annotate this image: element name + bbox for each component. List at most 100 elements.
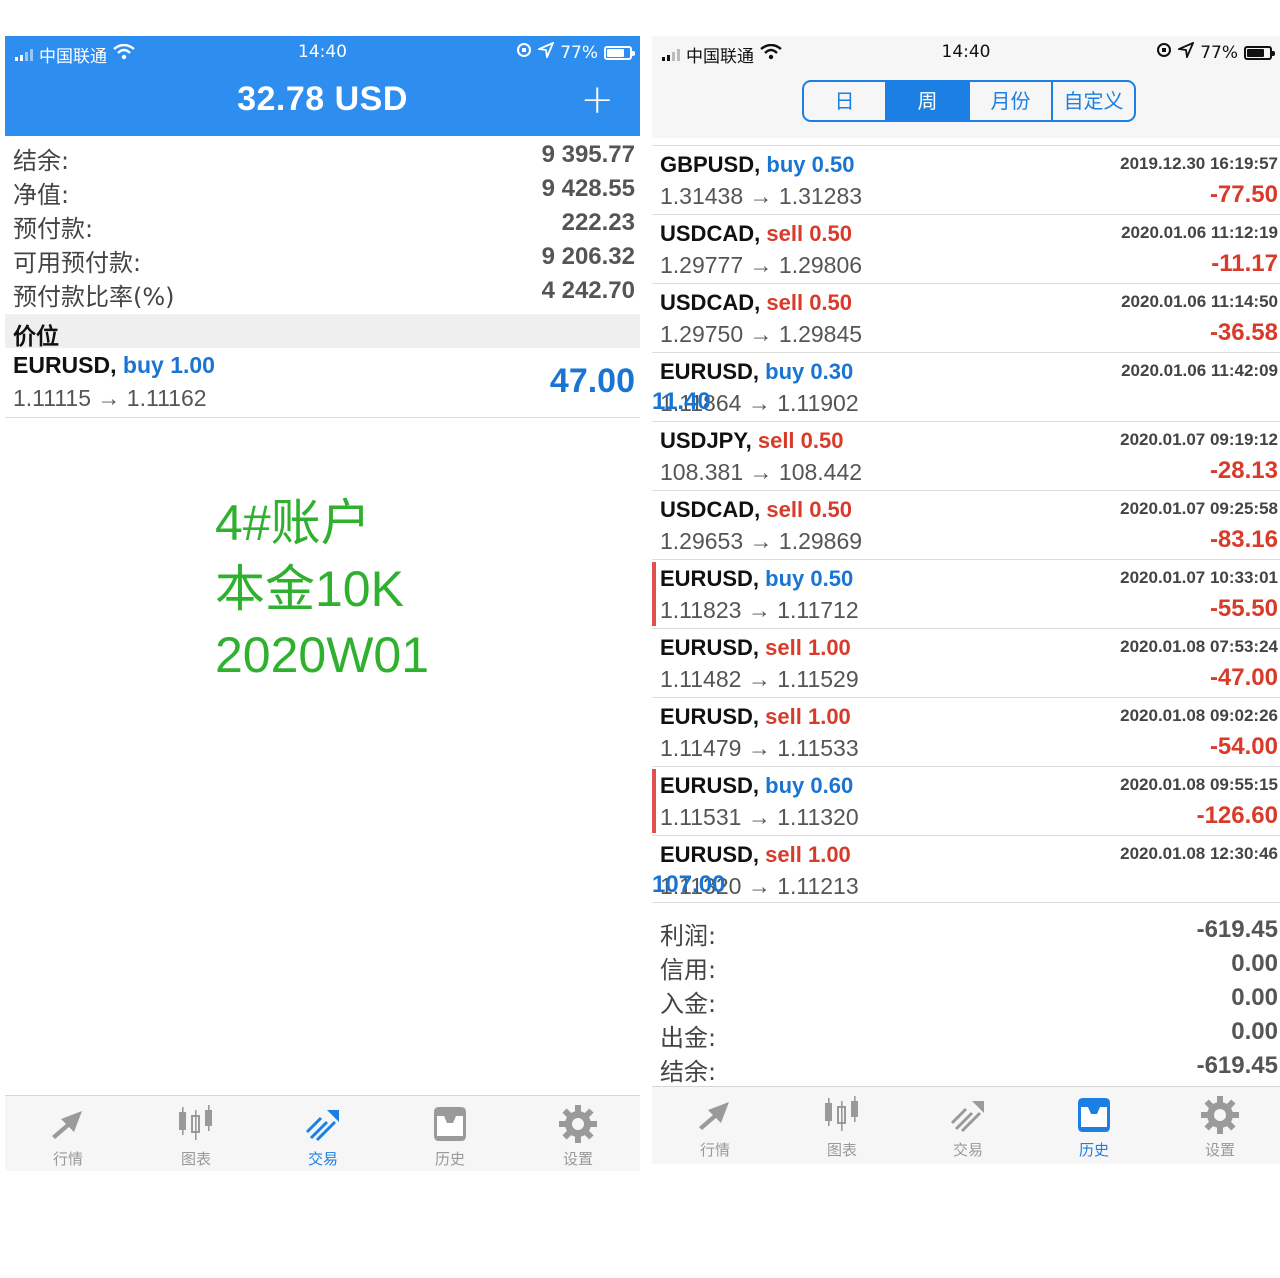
tab-settings[interactable]: 设置 bbox=[1170, 1093, 1270, 1160]
new-order-button[interactable]: + bbox=[580, 80, 614, 120]
deal-date: 2020.01.07 09:25:58 bbox=[1120, 499, 1278, 518]
deal-date: 2020.01.08 12:30:46 bbox=[1120, 844, 1278, 863]
tab-trade[interactable]: 交易 bbox=[918, 1093, 1018, 1160]
deal-symbol-line: USDJPY, sell 0.50 bbox=[660, 428, 844, 454]
location-icon bbox=[1175, 41, 1195, 63]
rotation-lock-icon bbox=[1156, 42, 1172, 63]
deal-volume: 0.50 bbox=[809, 290, 853, 315]
tab-label: 行情 bbox=[699, 1141, 730, 1159]
deal-side: sell bbox=[765, 635, 802, 660]
deal-date: 2020.01.06 11:42:09 bbox=[1121, 361, 1278, 380]
deal-side: sell bbox=[766, 290, 804, 315]
deal-profit: -55.50 bbox=[1209, 595, 1278, 622]
tab-chart[interactable]: 图表 bbox=[792, 1093, 892, 1160]
deal-date: 2020.01.08 09:02:26 bbox=[1120, 706, 1278, 725]
deal-volume: 0.50 bbox=[800, 428, 844, 453]
account-label: 结余: bbox=[13, 147, 70, 175]
deal-row[interactable]: EURUSD, sell 1.00 1.11482 → 1.11529 2020.0… bbox=[652, 629, 1280, 698]
trade-screen: 中国联通 14:40 77% 32.78 USD + 结余: 9 395.77 … bbox=[5, 36, 640, 1171]
tab-label: 历史 bbox=[434, 1150, 465, 1168]
status-bar: 中国联通 14:40 77% bbox=[5, 36, 640, 70]
deal-list[interactable]: GBPUSD, buy 0.50 1.31438 → 1.31283 2019.12… bbox=[652, 138, 1280, 902]
deal-row[interactable]: USDJPY, sell 0.50 108.381 → 108.442 2020.0… bbox=[652, 422, 1280, 491]
account-value: 4 242.70 bbox=[541, 277, 635, 304]
summary-value: 0.00 bbox=[1231, 950, 1278, 977]
deal-row[interactable]: EURUSD, buy 0.30 1.11864 → 1.11902 2020.01… bbox=[652, 353, 1280, 458]
settings-icon bbox=[559, 1105, 597, 1143]
tab-quotes[interactable]: 行情 bbox=[18, 1102, 118, 1169]
summary-row: 信用: 0.00 bbox=[652, 945, 1280, 984]
deal-profit: -83.16 bbox=[1209, 526, 1278, 553]
deal-row[interactable]: USDCAD, sell 0.50 1.29653 → 1.29869 2020.0… bbox=[652, 491, 1280, 560]
deal-row[interactable]: EURUSD, sell 1.00 1.11479 → 1.11533 2020.0… bbox=[652, 698, 1280, 767]
summary-row: 出金: 0.00 bbox=[652, 1013, 1280, 1052]
positions-section-title: 价位 bbox=[5, 314, 640, 350]
deal-profit: -28.13 bbox=[1209, 457, 1278, 484]
deal-volume: 1.00 bbox=[807, 635, 851, 660]
deal-row[interactable]: USDCAD, sell 0.50 1.29777 → 1.29806 2020.0… bbox=[652, 215, 1280, 284]
account-note: 4#账户 本金10K 2020W01 bbox=[215, 490, 429, 688]
account-label: 预付款比率(%) bbox=[13, 283, 175, 311]
profit-title: 32.78 USD bbox=[237, 80, 408, 118]
deal-symbol: EURUSD, bbox=[660, 842, 760, 867]
summary-value: 0.00 bbox=[1231, 984, 1278, 1011]
deal-symbol-line: EURUSD, buy 0.60 bbox=[660, 773, 853, 799]
segment-custom[interactable]: 自定义 bbox=[1053, 82, 1134, 120]
deal-date: 2020.01.08 07:53:24 bbox=[1120, 637, 1278, 656]
deal-profit: -77.50 bbox=[1209, 181, 1278, 208]
deal-side: buy bbox=[765, 359, 805, 384]
deal-date: 2020.01.07 09:19:12 bbox=[1120, 430, 1278, 449]
location-icon bbox=[535, 41, 555, 63]
segment-day[interactable]: 日 bbox=[804, 82, 887, 120]
account-row: 预付款: 222.23 bbox=[5, 206, 640, 243]
deal-profit: -126.60 bbox=[1196, 802, 1278, 829]
segment-month[interactable]: 月份 bbox=[970, 82, 1053, 120]
deal-volume: 1.00 bbox=[807, 842, 851, 867]
account-value: 9 395.77 bbox=[541, 141, 635, 168]
deal-symbol: EURUSD, bbox=[660, 704, 760, 729]
deal-prices: 108.381 → 108.442 bbox=[660, 459, 863, 485]
segment-week[interactable]: 周 bbox=[887, 82, 970, 120]
deal-symbol-line: USDCAD, sell 0.50 bbox=[660, 290, 852, 316]
history-screen: 中国联通 14:40 77% 日 周 月份 自定义 GBPUSD, buy 0.… bbox=[652, 36, 1280, 1164]
position-symbol: EURUSD, bbox=[13, 352, 117, 378]
deal-symbol-line: EURUSD, sell 1.00 bbox=[660, 704, 851, 730]
tab-history[interactable]: 历史 bbox=[400, 1102, 500, 1169]
deal-side: sell bbox=[766, 221, 804, 246]
deal-date: 2019.12.30 16:19:57 bbox=[1120, 154, 1278, 173]
deal-profit: 107.00 bbox=[652, 871, 1280, 902]
deal-row[interactable]: EURUSD, sell 1.00 1.11320 → 1.11213 2020.0… bbox=[652, 836, 1280, 902]
tab-quotes[interactable]: 行情 bbox=[665, 1093, 765, 1160]
quotes-icon bbox=[699, 1102, 729, 1130]
position-row[interactable]: EURUSD, buy 1.00 1.11115 → 1.11162 47.00 bbox=[5, 348, 640, 418]
position-volume: 1.00 bbox=[170, 352, 215, 378]
history-summary: 利润: -619.45 信用: 0.00 入金: 0.00 出金: 0.00 结… bbox=[652, 902, 1280, 1086]
tab-label: 图表 bbox=[826, 1141, 857, 1159]
deal-row[interactable]: USDCAD, sell 0.50 1.29750 → 1.29845 2020.0… bbox=[652, 284, 1280, 353]
tab-trade[interactable]: 交易 bbox=[273, 1102, 373, 1169]
deal-prices: 1.29777 → 1.29806 bbox=[660, 252, 863, 278]
deal-prices: 1.11531 → 1.11320 bbox=[660, 804, 859, 830]
tab-chart[interactable]: 图表 bbox=[146, 1102, 246, 1169]
note-line: 本金10K bbox=[215, 561, 404, 617]
deal-symbol-line: USDCAD, sell 0.50 bbox=[660, 497, 852, 523]
summary-label: 结余: bbox=[660, 1058, 717, 1086]
deal-row[interactable]: EURUSD, buy 0.60 1.11531 → 1.11320 2020.01… bbox=[652, 767, 1280, 836]
deal-row[interactable]: GBPUSD, buy 0.50 1.31438 → 1.31283 2019.12… bbox=[652, 146, 1280, 215]
position-side: buy bbox=[122, 352, 164, 378]
deal-symbol: EURUSD, bbox=[660, 773, 760, 798]
deal-profit: -47.00 bbox=[1209, 664, 1278, 691]
tab-label: 交易 bbox=[952, 1141, 983, 1159]
tab-label: 行情 bbox=[52, 1150, 83, 1168]
account-row: 净值: 9 428.55 bbox=[5, 172, 640, 209]
tab-history[interactable]: 历史 bbox=[1044, 1093, 1144, 1160]
period-segmented-control: 日 周 月份 自定义 bbox=[802, 80, 1136, 122]
deal-row[interactable]: EURUSD, buy 0.50 1.11823 → 1.11712 2020.01… bbox=[652, 560, 1280, 629]
trade-icon bbox=[305, 1110, 339, 1142]
deal-symbol-line: EURUSD, buy 0.30 bbox=[660, 359, 853, 385]
deal-volume: 0.50 bbox=[810, 566, 854, 591]
deal-date: 2020.01.08 09:55:15 bbox=[1120, 775, 1278, 794]
deal-symbol-line: EURUSD, sell 1.00 bbox=[660, 635, 851, 661]
tab-settings[interactable]: 设置 bbox=[528, 1102, 628, 1169]
deal-prices: 1.11823 → 1.11712 bbox=[660, 597, 859, 623]
